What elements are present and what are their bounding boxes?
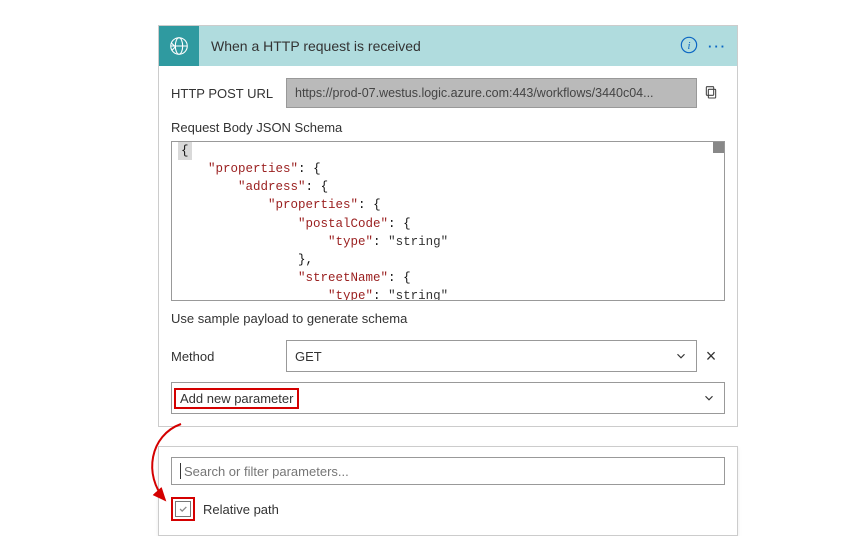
add-param-highlight: Add new parameter [174,388,299,409]
schema-textarea[interactable]: { "properties": { "address": { "properti… [171,141,725,301]
relative-path-checkbox[interactable] [175,501,191,517]
chevron-down-icon [674,349,688,363]
filter-placeholder: Search or filter parameters... [184,464,349,479]
method-select[interactable]: GET [286,340,697,372]
method-label: Method [171,349,286,364]
http-post-url-row: HTTP POST URL https://prod-07.westus.log… [171,78,725,108]
add-param-label: Add new parameter [180,391,293,406]
http-trigger-card: When a HTTP request is received i ··· HT… [158,25,738,427]
scroll-thumb[interactable] [713,142,724,153]
http-post-url-value[interactable]: https://prod-07.westus.logic.azure.com:4… [286,78,697,108]
url-label: HTTP POST URL [171,86,286,101]
schema-label: Request Body JSON Schema [171,120,725,135]
parameter-filter-input[interactable]: Search or filter parameters... [171,457,725,485]
checkbox-highlight [171,497,195,521]
more-icon[interactable]: ··· [708,39,727,54]
card-title: When a HTTP request is received [199,38,680,54]
option-relative-path[interactable]: Relative path [171,497,725,521]
clear-method-button[interactable]: × [697,346,725,367]
use-sample-payload-link[interactable]: Use sample payload to generate schema [171,311,725,326]
svg-text:i: i [688,40,691,52]
method-value: GET [295,349,322,364]
relative-path-label: Relative path [203,502,279,517]
globe-request-icon [159,26,199,66]
chevron-down-icon [702,391,716,405]
card-header: When a HTTP request is received i ··· [159,26,737,66]
add-new-parameter-dropdown[interactable]: Add new parameter [171,382,725,414]
parameter-dropdown-panel: Search or filter parameters... Relative … [158,446,738,536]
copy-url-button[interactable] [697,84,725,103]
info-icon[interactable]: i [680,36,698,57]
